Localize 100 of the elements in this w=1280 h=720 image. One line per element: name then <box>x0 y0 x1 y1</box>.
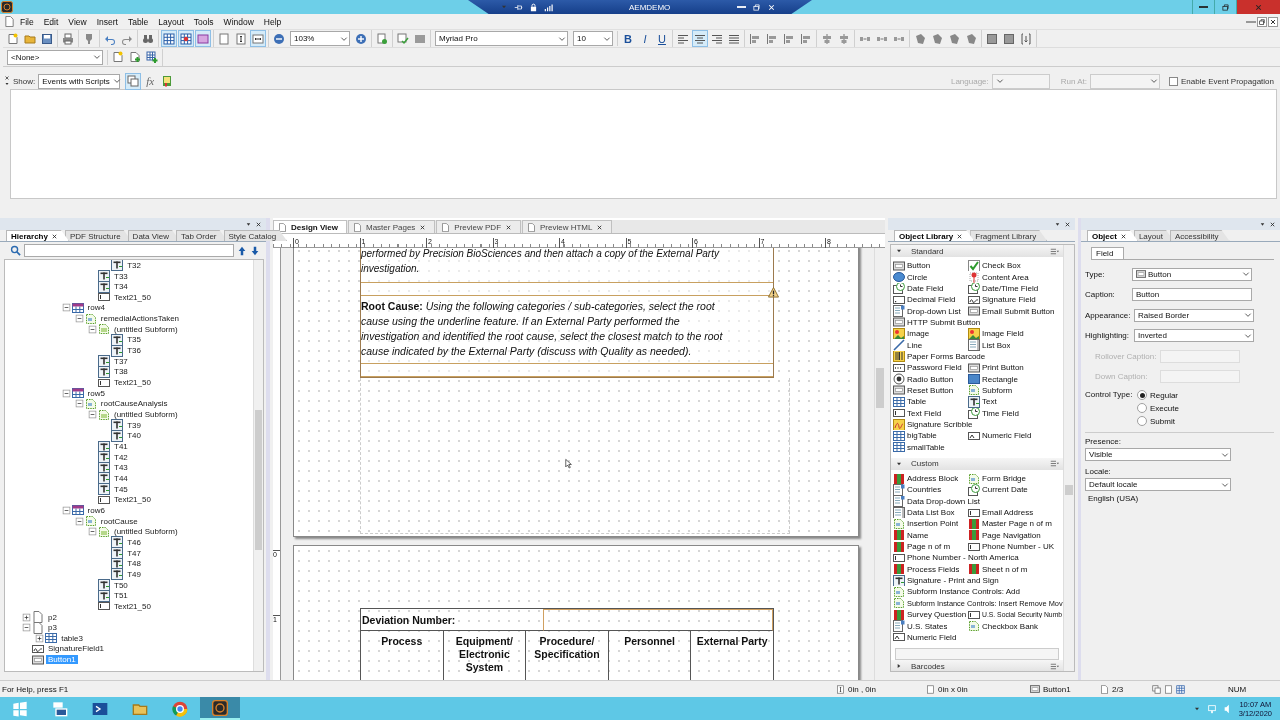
library-item[interactable]: Print Button <box>968 362 1063 374</box>
library-item[interactable]: Button <box>893 260 968 272</box>
library-item[interactable]: Paper Forms Barcode <box>893 350 1063 363</box>
library-item[interactable]: Drop-down List <box>893 305 968 317</box>
menu-item[interactable]: Insert <box>91 16 123 27</box>
tree-item[interactable]: Text21_50 <box>112 292 153 302</box>
library-item[interactable]: Process Fields <box>893 563 968 575</box>
document-tab[interactable]: Design View <box>273 220 347 234</box>
section-header[interactable]: Custom <box>891 457 1063 470</box>
library-item[interactable]: Image <box>893 328 968 340</box>
dropdown[interactable]: Button <box>1132 267 1252 281</box>
library-item[interactable]: Text Field <box>893 407 968 419</box>
library-item[interactable]: Master Page n of m <box>968 518 1063 530</box>
section-header[interactable]: Barcodes <box>891 660 1063 672</box>
panel-tab[interactable]: Accessibility <box>1169 230 1230 242</box>
library-item[interactable]: Sheet n of m <box>968 563 1063 575</box>
tree-item[interactable]: rootCauseAnalysis <box>98 399 170 409</box>
library-item[interactable]: Table <box>893 396 968 408</box>
tree-item[interactable]: T32 <box>125 260 143 270</box>
menu-item[interactable]: Layout <box>153 16 189 27</box>
library-item[interactable]: Name <box>893 529 968 541</box>
library-item[interactable]: Date/Time Field <box>968 282 1063 295</box>
tree-item[interactable]: rootCause <box>98 516 140 526</box>
document-tab[interactable]: Preview PDF <box>436 220 522 234</box>
tree-item[interactable]: T35 <box>125 335 143 345</box>
library-item[interactable]: List Box <box>968 339 1063 351</box>
library-item[interactable]: Email Submit Button <box>968 305 1063 317</box>
library-item[interactable]: Text <box>968 396 1063 408</box>
format-button[interactable]: fx <box>142 72 159 90</box>
tree-item[interactable]: T45 <box>112 484 130 494</box>
tree-item[interactable]: T48 <box>125 559 143 569</box>
library-item[interactable]: Data Drop-down List <box>893 495 1063 507</box>
tree-item[interactable]: T46 <box>125 537 143 547</box>
library-item[interactable]: Image Field <box>968 328 1063 340</box>
tree-item[interactable]: row6 <box>85 505 107 515</box>
library-item[interactable]: Check Box <box>968 260 1063 272</box>
tree-item[interactable]: SignatureField1 <box>46 644 107 654</box>
library-item[interactable]: Current Date <box>968 484 1063 496</box>
tree-item[interactable]: T36 <box>125 346 143 356</box>
tree-item[interactable]: table3 <box>59 633 85 643</box>
format-button[interactable]: I <box>637 30 653 48</box>
tree-item[interactable]: T43 <box>112 463 130 473</box>
document-tab[interactable]: Preview HTML <box>522 220 613 234</box>
panel-tab[interactable]: Fragment Library <box>970 230 1048 242</box>
library-item[interactable]: Circle <box>893 271 968 283</box>
dropdown[interactable]: Inverted <box>1134 329 1254 343</box>
input-field[interactable]: Button <box>1132 288 1252 302</box>
menu-item[interactable]: Tools <box>188 16 219 27</box>
dropdown[interactable]: 103% <box>290 31 350 47</box>
library-item[interactable]: Phone Number - UK <box>968 540 1063 553</box>
library-item[interactable]: Address Block <box>893 472 968 485</box>
format-button[interactable]: B <box>620 30 636 48</box>
library-item[interactable]: Content Area <box>968 271 1063 283</box>
tree-item[interactable]: row4 <box>85 303 107 313</box>
tree-item[interactable]: T42 <box>112 452 130 462</box>
library-item[interactable]: Insertion Point <box>893 518 968 530</box>
library-item[interactable]: Line <box>893 339 968 351</box>
menu-item[interactable]: View <box>63 16 92 27</box>
events-dropdown[interactable]: Events with Scripts <box>38 73 121 89</box>
library-item[interactable]: Page Navigation <box>968 529 1063 541</box>
library-item[interactable]: bigTable <box>893 430 968 442</box>
library-item[interactable]: Countries <box>893 484 968 496</box>
dropdown[interactable]: Default locale <box>1085 478 1231 492</box>
tree-item[interactable]: T49 <box>125 569 143 579</box>
library-item[interactable]: Data List Box <box>893 506 968 519</box>
menu-item[interactable]: Help <box>258 16 287 27</box>
library-item[interactable]: Signature - Print and Sign <box>893 574 1063 587</box>
dropdown[interactable]: Myriad Pro <box>435 31 568 47</box>
tree-item[interactable]: (untitled Subform) <box>112 324 180 334</box>
tree-item[interactable]: T47 <box>125 548 143 558</box>
tree-item[interactable]: T34 <box>112 282 130 292</box>
document-tab[interactable]: Master Pages <box>348 220 436 234</box>
library-item[interactable]: Password Field <box>893 362 968 374</box>
subtab[interactable]: Field <box>1091 247 1125 260</box>
tree-item[interactable]: p3 <box>46 623 59 633</box>
library-item[interactable]: Reset Button <box>893 384 968 397</box>
tree-item[interactable]: T39 <box>125 420 143 430</box>
tree-item[interactable]: remedialActionsTaken <box>98 314 182 324</box>
library-item[interactable]: Signature Scribble <box>893 418 1063 431</box>
library-item[interactable]: Checkbox Bank <box>968 620 1063 632</box>
library-item[interactable]: Date Field <box>893 282 968 295</box>
tree-item[interactable]: Text21_50 <box>112 601 153 611</box>
library-item[interactable]: Time Field <box>968 407 1063 419</box>
library-item[interactable]: Subform Instance Controls: Add <box>893 586 1063 598</box>
menu-item[interactable]: File <box>15 16 39 27</box>
tree-item[interactable]: T41 <box>112 442 130 451</box>
section-header[interactable]: Standard <box>891 245 1063 258</box>
tree-item[interactable]: (untitled Subform) <box>112 410 180 420</box>
panel-tab[interactable]: Hierarchy <box>6 230 69 242</box>
library-item[interactable]: Phone Number - North America <box>893 552 1063 564</box>
library-item[interactable]: Email Address <box>968 506 1063 519</box>
format-button[interactable]: U <box>654 30 670 48</box>
menu-item[interactable]: Edit <box>38 16 64 27</box>
library-item[interactable]: Rectangle <box>968 373 1063 385</box>
tree-item[interactable]: Text21_50 <box>112 495 153 505</box>
tree-item[interactable]: T50 <box>112 580 130 590</box>
library-item[interactable]: Page n of m <box>893 540 968 553</box>
library-item[interactable]: Signature Field <box>968 294 1063 306</box>
tree-item[interactable]: T44 <box>112 474 130 483</box>
tree-item[interactable]: Text21_50 <box>112 378 153 388</box>
